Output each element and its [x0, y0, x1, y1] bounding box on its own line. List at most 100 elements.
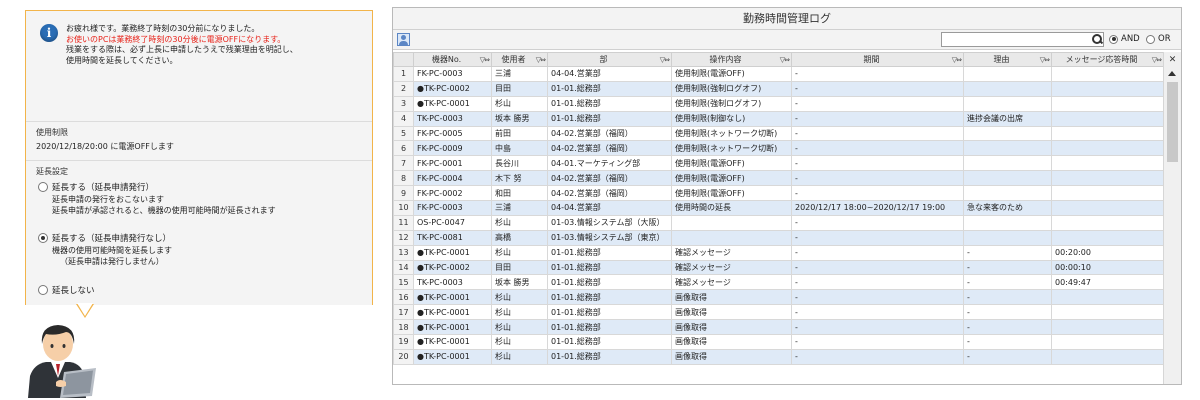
response-time-cell: 00:00:10: [1051, 259, 1163, 276]
table-row[interactable]: 5 FK-PC-0005 前田 04-02.営業部（福岡） 使用制限(ネットワーク切断)…: [393, 125, 1163, 142]
option-desc-line: 機器の使用可能時間を延長します: [52, 246, 172, 255]
filter-sort-icon[interactable]: ▽⇔: [1040, 56, 1050, 64]
device-cell: FK-PC-0003: [413, 200, 492, 216]
table-row[interactable]: 14 ●TK-PC-0002 目田 01-01.総務部 確認メッセージ - -00:00:1…: [393, 259, 1163, 276]
mode-or-option[interactable]: OR: [1146, 34, 1171, 44]
device-cell: ●TK-PC-0001: [413, 319, 492, 336]
device-cell: OS-PC-0047: [413, 214, 492, 231]
table-row[interactable]: 7 FK-PC-0001 長谷川 04-01.マーケティング部 使用制限(電源OFF) -: [393, 155, 1163, 172]
table-row[interactable]: 17 ●TK-PC-0001 杉山 01-01.総務部 画像取得 - -: [393, 304, 1163, 321]
table-row[interactable]: 12 TK-PC-0081 高橋 01-03.情報システム部（東京） -: [393, 229, 1163, 246]
column-header-user[interactable]: 使用者 ▽⇔: [491, 52, 548, 67]
table-row[interactable]: 18 ●TK-PC-0001 杉山 01-01.総務部 画像取得 - -: [393, 319, 1163, 336]
vertical-scrollbar[interactable]: ✕: [1163, 52, 1181, 384]
user-filter-icon[interactable]: [397, 33, 410, 46]
table-row[interactable]: 6 FK-PC-0009 中島 04-02.営業部（福岡） 使用制限(ネットワーク切断)…: [393, 140, 1163, 157]
usage-limit-text: 2020/12/18/20:00 に電源OFFします: [36, 142, 174, 151]
reason-cell: [963, 214, 1052, 231]
log-table-body: 1 FK-PC-0003 三浦 04-04.営業部 使用制限(電源OFF) -2 ●TK-P…: [393, 66, 1163, 365]
table-row[interactable]: 4 TK-PC-0003 坂本 勝男 01-01.総務部 使用制限(制御なし) - 進捗会議…: [393, 110, 1163, 127]
row-number: 1: [393, 66, 414, 82]
search-icon[interactable]: [1091, 33, 1103, 46]
radio-and[interactable]: [1109, 34, 1118, 44]
operation-cell: 使用制限(強制ログオフ): [671, 80, 792, 97]
table-row[interactable]: 13 ●TK-PC-0001 杉山 01-01.総務部 確認メッセージ - -00:20:0…: [393, 244, 1163, 261]
search-input[interactable]: [941, 32, 1104, 47]
reason-cell: -: [963, 304, 1052, 321]
notification-message: お疲れ様です。業務終了時刻の30分前になりました。 お使いのPCは業務終了時刻の…: [66, 24, 366, 66]
table-row[interactable]: 10 FK-PC-0003 三浦 04-04.営業部 使用時間の延長 2020/12/17…: [393, 200, 1163, 216]
response-time-cell: 00:20:00: [1051, 244, 1163, 261]
column-header-label: 機器No.: [431, 55, 462, 64]
column-header-response-time[interactable]: メッセージ応答時間 ▽⇔: [1051, 52, 1163, 67]
response-time-cell: [1051, 66, 1163, 82]
department-cell: 04-02.営業部（福岡）: [547, 125, 672, 142]
column-header-label: 理由: [993, 55, 1010, 64]
table-row[interactable]: 1 FK-PC-0003 三浦 04-04.営業部 使用制限(電源OFF) -: [393, 66, 1163, 82]
table-row[interactable]: 2 ●TK-PC-0002 目田 01-01.総務部 使用制限(強制ログオフ) -: [393, 80, 1163, 97]
filter-sort-icon[interactable]: ▽⇔: [952, 56, 962, 64]
department-cell: 04-04.営業部: [547, 200, 672, 216]
reason-cell: [963, 80, 1052, 97]
table-row[interactable]: 15 TK-PC-0003 坂本 勝男 01-01.総務部 確認メッセージ - -00:49…: [393, 274, 1163, 291]
message-line: お疲れ様です。業務終了時刻の30分前になりました。: [66, 24, 260, 33]
user-cell: 木下 努: [491, 170, 548, 187]
reason-cell: 急な来客のため: [963, 200, 1052, 216]
operation-cell: 画像取得: [671, 304, 792, 321]
radio-no-extend[interactable]: [38, 285, 48, 295]
option-no-extend[interactable]: 延長しない: [38, 284, 95, 296]
filter-sort-icon[interactable]: ▽⇔: [1152, 56, 1162, 64]
option-extend-without-request[interactable]: 延長する（延長申請発行なし）: [38, 232, 171, 244]
column-header-department[interactable]: 部 ▽⇔: [547, 52, 672, 67]
option-extend-with-request[interactable]: 延長する（延長申請発行）: [38, 181, 154, 193]
user-cell: 三浦: [491, 66, 548, 82]
column-header-device[interactable]: 機器No. ▽⇔: [413, 52, 492, 67]
device-cell: TK-PC-0081: [413, 229, 492, 246]
column-header-operation[interactable]: 操作内容 ▽⇔: [671, 52, 792, 67]
close-icon[interactable]: ✕: [1167, 55, 1178, 65]
option-desc-line: 延長申請が承認されると、機器の使用可能時間が延長されます: [52, 206, 276, 215]
table-row[interactable]: 8 FK-PC-0004 木下 努 04-02.営業部（福岡） 使用制限(電源OFF) -: [393, 170, 1163, 187]
table-row[interactable]: 19 ●TK-PC-0001 杉山 01-01.総務部 画像取得 - -: [393, 334, 1163, 350]
toolbar: AND OR: [393, 30, 1181, 50]
option-label: 延長する（延長申請発行なし）: [52, 234, 172, 244]
table-row[interactable]: 3 ●TK-PC-0001 杉山 01-01.総務部 使用制限(強制ログオフ) -: [393, 95, 1163, 112]
user-cell: 杉山: [491, 304, 548, 321]
period-cell: -: [791, 155, 964, 172]
device-cell: FK-PC-0003: [413, 66, 492, 82]
user-cell: 杉山: [491, 348, 548, 365]
radio-or[interactable]: [1146, 34, 1155, 44]
filter-sort-icon[interactable]: ▽⇔: [780, 56, 790, 64]
response-time-cell: [1051, 334, 1163, 350]
response-time-cell: [1051, 304, 1163, 321]
table-row[interactable]: 9 FK-PC-0002 和田 04-02.営業部（福岡） 使用制限(電源OFF) -: [393, 185, 1163, 202]
column-header-period[interactable]: 期間 ▽⇔: [791, 52, 964, 67]
scroll-up-arrow-icon[interactable]: [1168, 71, 1176, 76]
operation-cell: 確認メッセージ: [671, 244, 792, 261]
user-cell: 中島: [491, 140, 548, 157]
operation-cell: 画像取得: [671, 348, 792, 365]
option-desc-line: 延長申請の発行をおこないます: [52, 195, 164, 204]
column-header-reason[interactable]: 理由 ▽⇔: [963, 52, 1052, 67]
department-cell: 04-02.営業部（福岡）: [547, 170, 672, 187]
table-row[interactable]: 11 OS-PC-0047 杉山 01-03.情報システム部（大阪） -: [393, 214, 1163, 231]
department-cell: 01-03.情報システム部（大阪）: [547, 214, 672, 231]
radio-extend-without-request[interactable]: [38, 233, 48, 243]
scrollbar-thumb[interactable]: [1167, 82, 1178, 162]
table-header-row: 機器No. ▽⇔ 使用者 ▽⇔ 部 ▽⇔ 操作内容 ▽⇔ 期間 ▽⇔ 理由 ▽⇔ メッセージ…: [393, 52, 1163, 67]
department-cell: 01-01.総務部: [547, 110, 672, 127]
reason-cell: -: [963, 259, 1052, 276]
period-cell: -: [791, 170, 964, 187]
period-cell: -: [791, 66, 964, 82]
department-cell: 01-01.総務部: [547, 95, 672, 112]
log-table: 機器No. ▽⇔ 使用者 ▽⇔ 部 ▽⇔ 操作内容 ▽⇔ 期間 ▽⇔ 理由 ▽⇔ メッセージ…: [393, 52, 1163, 365]
operation-cell: [671, 214, 792, 231]
filter-sort-icon[interactable]: ▽⇔: [660, 56, 670, 64]
mode-and-option[interactable]: AND: [1109, 34, 1140, 44]
filter-sort-icon[interactable]: ▽⇔: [480, 56, 490, 64]
row-number: 10: [393, 200, 414, 216]
table-row[interactable]: 16 ●TK-PC-0001 杉山 01-01.総務部 画像取得 - -: [393, 289, 1163, 306]
table-row[interactable]: 20 ●TK-PC-0001 杉山 01-01.総務部 画像取得 - -: [393, 348, 1163, 365]
radio-extend-with-request[interactable]: [38, 182, 48, 192]
filter-sort-icon[interactable]: ▽⇔: [536, 56, 546, 64]
